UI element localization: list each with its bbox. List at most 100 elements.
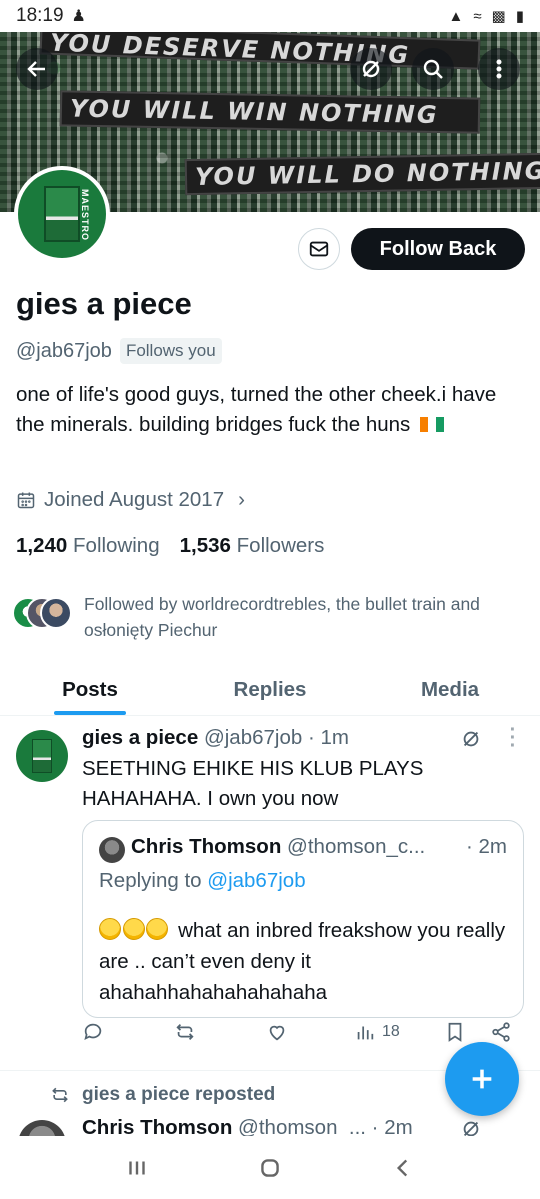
avatar-card [31,739,53,773]
quote-time: · 2m [466,835,507,858]
grok-button[interactable] [350,48,392,90]
joined-text: Joined August 2017 [44,488,225,511]
quote-handle: @thomson_c... [287,835,426,858]
tweet-header: gies a piece @jab67job · 1m [82,726,349,750]
views-chart-icon [357,1026,374,1040]
system-nav-bar [0,1137,540,1199]
repost-icon [52,1087,68,1103]
repost-context[interactable]: gies a piece reposted [50,1084,275,1106]
compose-button[interactable] [445,1042,519,1116]
quote-replying-to: Replying to @jab67job [99,869,306,893]
repost-icon [176,1024,194,1040]
mini-avatar [40,597,72,629]
replying-handle[interactable]: @jab67job [207,869,305,892]
quoted-tweet[interactable]: Chris Thomson @thomson_c... · 2m Replyin… [82,820,524,1018]
reply-button[interactable] [82,1021,104,1043]
views-count: 18 [382,1023,400,1040]
joined-date[interactable]: Joined August 2017 › [16,488,245,512]
chevron-right-icon: › [238,488,245,511]
more-options-button[interactable] [478,48,520,90]
alarm-icon: ▲ [448,7,464,25]
tab-media[interactable]: Media [360,664,540,715]
profile-tabs: Posts Replies Media [0,664,540,716]
status-icons: ▲ ≈ ▩ ▮ [448,7,524,26]
quote-avatar [99,837,125,863]
follows-you-badge: Follows you [119,338,222,364]
tweet-text: SEETHING EHIKE HIS KLUB PLAYS HAHAHAHA. … [82,757,424,810]
bookmark-button[interactable] [444,1021,466,1043]
quote-author-name: Chris Thomson [131,835,282,858]
follow-stats: 1,240 Following 1,536 Followers [16,534,324,558]
avatar-card [44,185,80,243]
repost-context-label: gies a piece reposted [82,1084,276,1105]
views-button[interactable]: 18 [354,1021,400,1043]
message-button[interactable] [298,228,340,270]
next-tweet-header: Chris Thomson @thomson_... · 2m [82,1116,413,1136]
following-count: 1,240 [16,534,68,557]
grok-icon [463,731,479,747]
profile-avatar[interactable]: MAESTRO [14,166,110,262]
next-tweet-handle-time: @thomson_... · 2m [238,1116,413,1136]
tab-posts[interactable]: Posts [0,664,180,715]
back-nav-icon[interactable] [390,1155,416,1181]
quote-text: what an inbred freakshow you really are … [99,915,519,1008]
quote-header: Chris Thomson @thomson_c... [131,835,425,859]
search-icon [423,59,443,79]
handle-row: @jab67job Follows you [16,338,222,364]
tweet-more-icon[interactable]: · · · [508,720,518,756]
home-icon[interactable] [257,1155,283,1181]
profile-name: gies a piece [16,286,192,321]
following-link[interactable]: 1,240 Following [16,534,160,558]
followers-link[interactable]: 1,536 Followers [180,534,325,558]
tweet-grok-button[interactable] [460,728,482,755]
next-tweet-avatar[interactable] [18,1120,66,1136]
battery-icon: ▮ [515,8,524,25]
next-tweet[interactable]: Chris Thomson @thomson_... · 2m [0,1114,540,1136]
share-button[interactable] [490,1021,512,1043]
avatar-image: MAESTRO [18,170,106,258]
calendar-icon [17,492,35,509]
follow-back-button[interactable]: Follow Back [351,228,525,270]
bookmark-icon [448,1022,462,1042]
signal-icon: ▩ [491,8,506,25]
laughing-emoji-icon [146,918,169,940]
grok-icon [463,1121,479,1136]
next-tweet-grok-button[interactable] [460,1118,482,1136]
grok-icon [362,60,380,78]
followed-by-avatars [12,597,76,629]
recent-apps-icon[interactable] [124,1155,150,1181]
following-label: Following [73,534,160,557]
back-button[interactable] [16,48,58,90]
ireland-flag-icon [420,417,444,432]
profile-handle: @jab67job [16,339,112,362]
tweet-avatar[interactable] [16,730,68,782]
replying-prefix: Replying to [99,869,208,892]
search-button[interactable] [412,48,454,90]
person-add-icon: ♟ [71,8,86,25]
reply-icon [84,1023,102,1041]
followed-by-text: Followed by worldrecordtrebles, the bull… [84,594,480,640]
tab-replies[interactable]: Replies [180,664,360,715]
like-button[interactable] [266,1021,288,1043]
banner-flag: YOU WILL DO NOTHING [184,152,540,196]
banner-flag: YOU WILL WIN NOTHING [59,90,481,134]
next-tweet-author: Chris Thomson [82,1116,233,1136]
avatar-label: MAESTRO [80,189,91,242]
share-icon [492,1022,510,1042]
more-vertical-icon [496,59,502,79]
tweet[interactable]: gies a piece @jab67job · 1m · · · SEETHING… [0,716,540,1071]
followers-count: 1,536 [179,534,231,557]
heart-icon [269,1025,285,1041]
envelope-icon [309,241,329,257]
laughing-emoji-icon [99,918,121,940]
followed-by-row[interactable]: Followed by worldrecordtrebles, the bull… [12,591,514,643]
status-bar: 18:19 ♟ ▲ ≈ ▩ ▮ [0,0,540,32]
tweet-author-name[interactable]: gies a piece [82,726,198,749]
profile-bio: one of life's good guys, turned the othe… [16,380,526,440]
wifi-icon: ≈ [473,7,482,25]
status-time: 18:19 [16,5,64,26]
followers-label: Followers [236,534,325,557]
tweet-handle-time: @jab67job · 1m [203,726,349,749]
plus-icon [472,1069,492,1089]
repost-button[interactable] [174,1021,196,1043]
